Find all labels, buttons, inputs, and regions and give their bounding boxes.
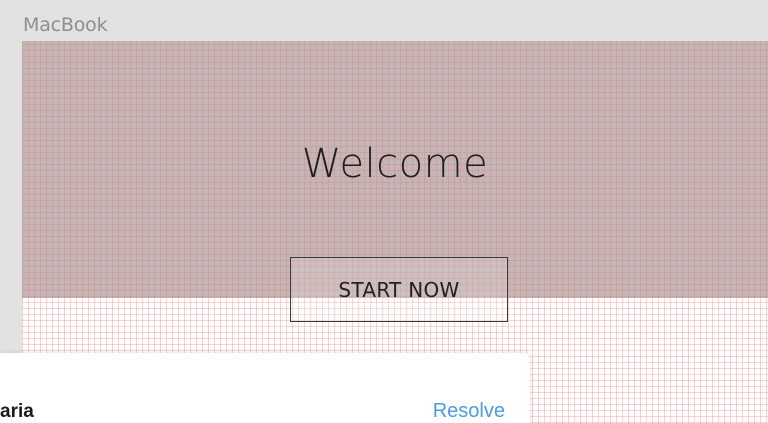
welcome-heading: Welcome bbox=[301, 141, 489, 187]
comment-panel: aria Resolve bbox=[0, 353, 530, 423]
artboard-name-label[interactable]: MacBook bbox=[23, 14, 108, 36]
resolve-link[interactable]: Resolve bbox=[433, 400, 505, 423]
design-canvas[interactable]: MacBook Welcome START NOW aria Resolve bbox=[0, 0, 768, 423]
comment-author-name: aria bbox=[0, 401, 34, 422]
start-now-button[interactable]: START NOW bbox=[290, 257, 508, 322]
